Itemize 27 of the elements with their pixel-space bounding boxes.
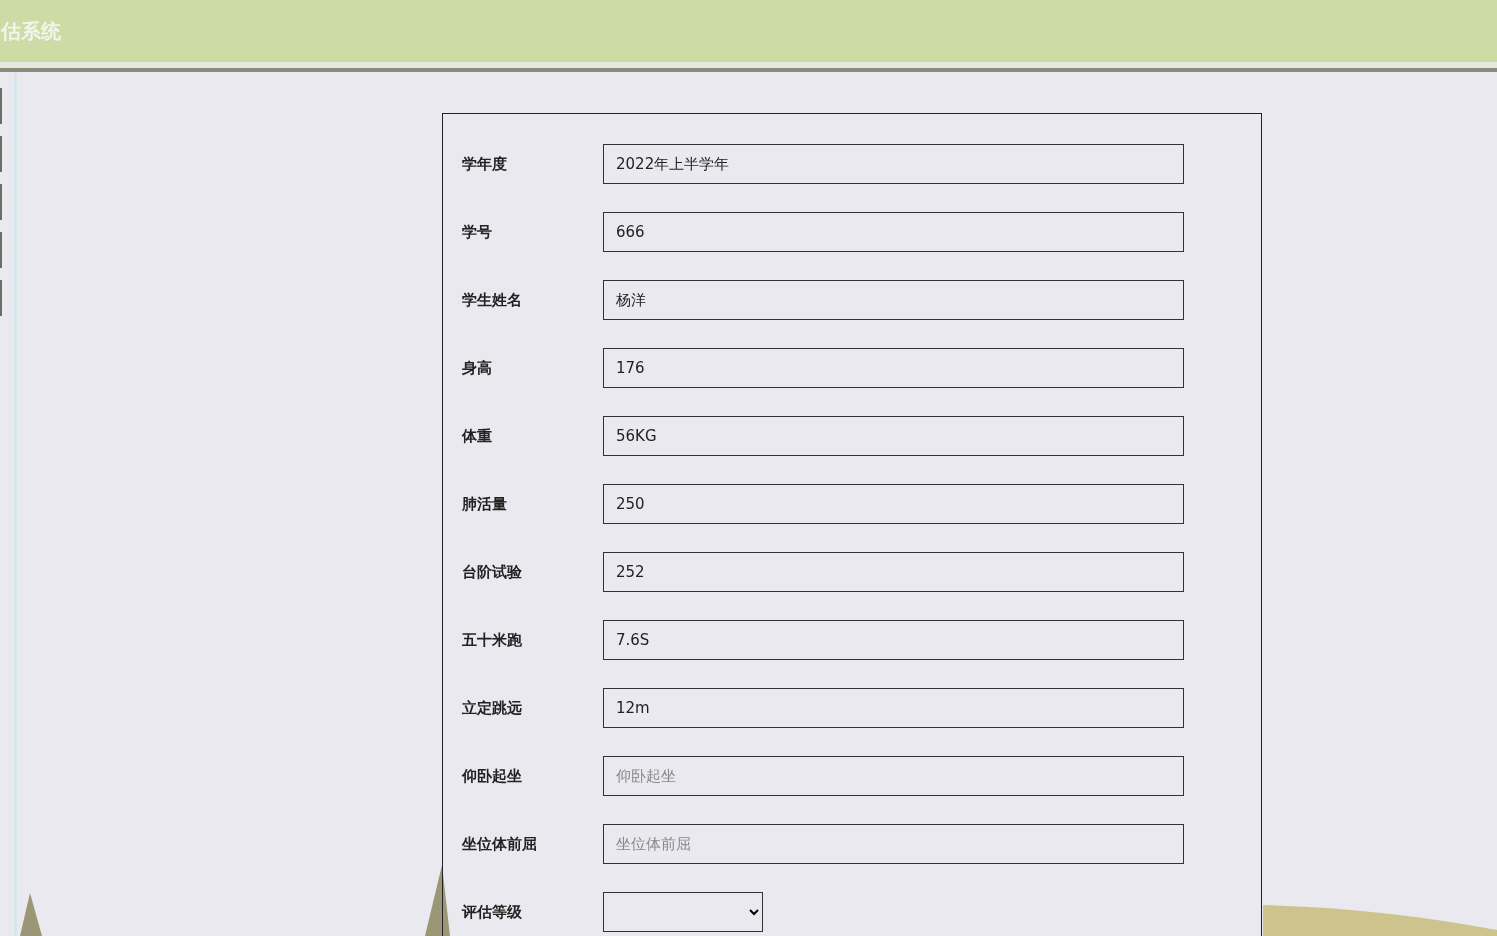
input-field[interactable]: 仰卧起坐 (603, 756, 1184, 796)
peak-drawing (20, 893, 42, 936)
field-label: 坐位体前屈 (462, 834, 538, 854)
app-title: 估系统 (0, 18, 61, 44)
input-field[interactable]: 666 (603, 212, 1184, 252)
field-label: 体重 (462, 426, 493, 446)
dropdown[interactable] (603, 892, 763, 932)
field-label: 学号 (462, 222, 493, 242)
input-field[interactable]: 252 (603, 552, 1184, 592)
input-field[interactable]: 56KG (603, 416, 1184, 456)
field-label: 学生姓名 (462, 290, 523, 310)
input-field[interactable]: 250 (603, 484, 1184, 524)
input-field[interactable]: 176 (603, 348, 1184, 388)
field-label: 仰卧起坐 (462, 766, 523, 786)
field-label: 肺活量 (462, 494, 508, 514)
input-field[interactable]: 12m (603, 688, 1184, 728)
input-field[interactable]: 坐位体前屈 (603, 824, 1184, 864)
field-label: 台阶试验 (462, 562, 523, 582)
field-label: 学年度 (462, 154, 508, 174)
input-field[interactable]: 杨洋 (603, 280, 1184, 320)
input-field[interactable]: 2022年上半学年 (603, 144, 1184, 184)
field-label: 五十米跑 (462, 630, 523, 650)
field-label: 立定跳远 (462, 698, 523, 718)
peak-drawing (425, 865, 450, 936)
input-field[interactable]: 7.6S (603, 620, 1184, 660)
field-label: 身高 (462, 358, 493, 378)
field-label: 评估等级 (462, 902, 523, 922)
